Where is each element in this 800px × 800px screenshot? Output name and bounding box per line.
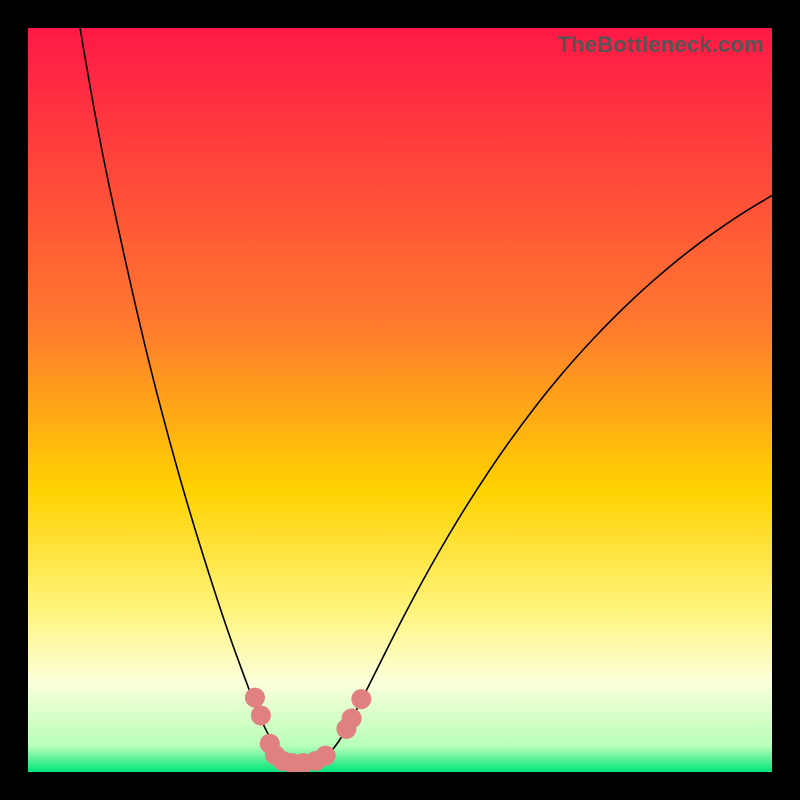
sample-point bbox=[316, 746, 336, 766]
chart-plot-area: TheBottleneck.com bbox=[28, 28, 772, 772]
watermark-label: TheBottleneck.com bbox=[558, 32, 764, 58]
sample-point bbox=[251, 705, 271, 725]
sample-point bbox=[245, 688, 265, 708]
sample-point bbox=[351, 689, 371, 709]
chart-frame: TheBottleneck.com bbox=[0, 0, 800, 800]
sample-point bbox=[342, 708, 362, 728]
chart-svg bbox=[28, 28, 772, 772]
chart-background bbox=[28, 28, 772, 772]
